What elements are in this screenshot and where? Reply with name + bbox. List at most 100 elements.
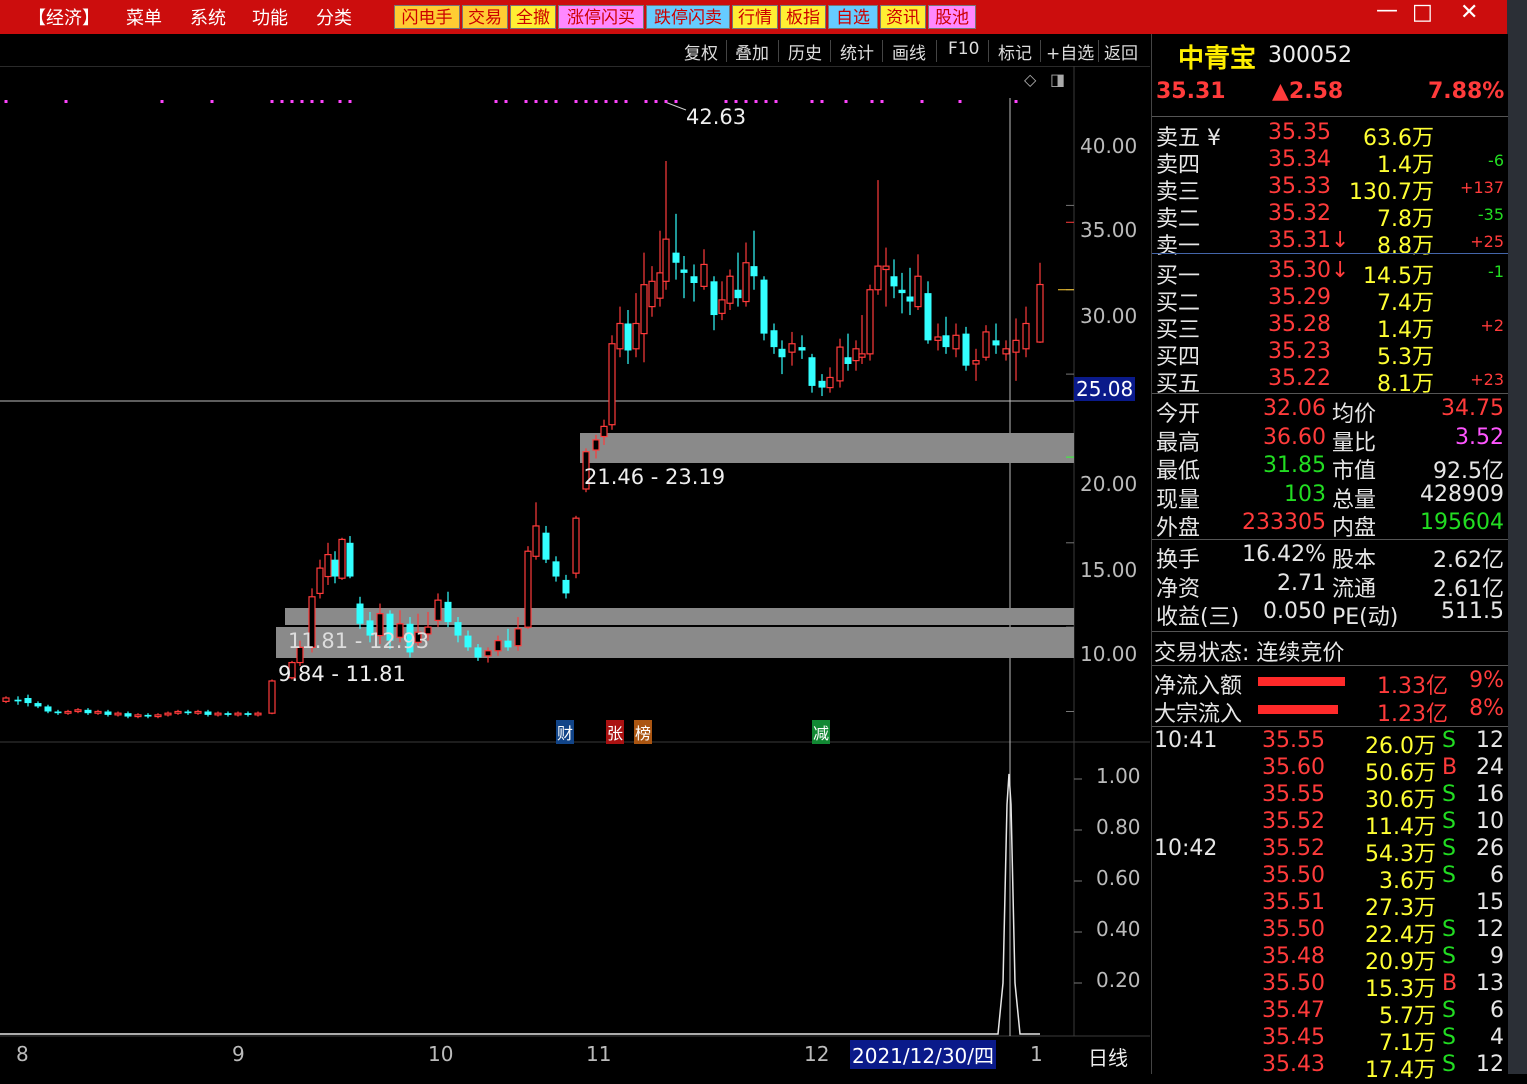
flow-bar — [1258, 677, 1345, 686]
stat-value: 2.71 — [1277, 570, 1326, 596]
candle-body — [434, 599, 442, 622]
tick-count: 9 — [1490, 944, 1504, 969]
candle-body — [726, 275, 734, 304]
tick-price: 35.43 — [1262, 1052, 1325, 1077]
bid-price: 35.29 — [1268, 285, 1331, 310]
candle-body — [852, 348, 860, 362]
candle-body — [640, 284, 648, 335]
reduce-event-marker[interactable]: 减 — [812, 720, 831, 744]
flash-trade-button[interactable]: 闪电手 — [394, 5, 460, 29]
history-button[interactable]: 历史 — [788, 39, 822, 64]
tick-volume: 17.4万 — [1365, 1058, 1436, 1083]
cancel-all-button[interactable]: 全撤 — [510, 5, 556, 29]
candle-body — [656, 272, 664, 299]
candle-body — [982, 331, 990, 358]
candle-body — [74, 709, 82, 713]
quote-button[interactable]: 行情 — [732, 5, 778, 29]
list-event-marker[interactable]: 榜 — [634, 720, 653, 744]
candle-body — [898, 289, 906, 294]
tick-price: 35.45 — [1262, 1025, 1325, 1050]
maximize-icon[interactable]: □ — [1412, 0, 1433, 25]
trade-button[interactable]: 交易 — [462, 5, 508, 29]
toolbar-divider — [936, 40, 937, 62]
news-button[interactable]: 资讯 — [880, 5, 926, 29]
candle-body — [64, 710, 72, 714]
signal-dot — [774, 100, 778, 103]
stat-label: 换手 — [1156, 548, 1201, 573]
overlay-button[interactable]: 叠加 — [735, 39, 769, 64]
candle-body — [34, 703, 42, 707]
tick-count: 13 — [1476, 971, 1504, 996]
stat-label: PE(动) — [1332, 605, 1399, 630]
tick-time: 10:42 — [1154, 836, 1218, 861]
divider — [1152, 116, 1508, 117]
stat-label: 现量 — [1156, 487, 1201, 513]
signal-dot — [494, 100, 498, 103]
period-selector[interactable]: 日线 — [1088, 1042, 1128, 1071]
menu-system[interactable]: 系统 — [190, 4, 226, 30]
candle-body — [204, 711, 212, 715]
candle-body — [2, 697, 10, 702]
candle-body — [331, 559, 339, 577]
sector-index-button[interactable]: 板指 — [780, 5, 826, 29]
watchlist-button[interactable]: 自选 — [828, 5, 878, 29]
ask-delta: +25 — [1470, 232, 1504, 251]
close-icon[interactable]: ✕ — [1460, 0, 1478, 25]
y-tick: 30.00 — [1080, 304, 1138, 328]
stat-value: 92.5亿 — [1433, 459, 1504, 484]
candle-body — [734, 289, 742, 299]
draw-line-button[interactable]: 画线 — [892, 39, 926, 64]
menu-category[interactable]: 分类 — [316, 4, 352, 30]
restore-rights-button[interactable]: 复权 — [684, 39, 718, 64]
ask-price: 35.34 — [1268, 147, 1331, 172]
limit-up-buy-button[interactable]: 涨停闪买 — [558, 5, 644, 29]
ask-delta: -35 — [1477, 205, 1504, 224]
candle-body — [164, 712, 172, 716]
bid-price: 35.23 — [1268, 339, 1331, 364]
signal-dot — [744, 100, 748, 103]
finance-event-marker[interactable]: 财 — [556, 720, 575, 744]
divider — [1152, 726, 1508, 727]
candle-body — [742, 262, 750, 303]
candle-body — [866, 289, 874, 355]
menu-main[interactable]: 菜单 — [126, 4, 162, 30]
tick-side: S — [1442, 728, 1456, 753]
menu-economy[interactable]: 【经济】 — [28, 4, 100, 30]
stat-label: 今开 — [1156, 402, 1201, 427]
stock-pool-button[interactable]: 股池 — [928, 5, 976, 29]
f10-button[interactable]: F10 — [948, 39, 979, 59]
back-button[interactable]: 返回 — [1104, 39, 1138, 64]
cursor-price-label: 25.08 — [1074, 377, 1136, 401]
limit-event-marker[interactable]: 张 — [606, 720, 625, 744]
candle-body — [174, 710, 182, 714]
candle-body — [934, 336, 942, 341]
ask-price: 35.35 — [1268, 120, 1331, 145]
candle-body — [54, 711, 62, 714]
menu-function[interactable]: 功能 — [252, 4, 288, 30]
tick-side: S — [1442, 809, 1456, 834]
minimize-icon[interactable]: — — [1376, 0, 1398, 23]
toolbar-divider — [778, 40, 779, 62]
candle-body — [356, 603, 364, 624]
panel-toggle-icon[interactable]: ◨ — [1050, 70, 1065, 89]
stat-value: 2.61亿 — [1433, 576, 1504, 602]
stat-label: 均价 — [1332, 402, 1377, 427]
volume-y-tick: 1.00 — [1096, 764, 1141, 788]
kline-chart[interactable] — [0, 66, 1150, 1074]
mark-button[interactable]: 标记 — [998, 39, 1032, 64]
add-watchlist-button[interactable]: +自选 — [1046, 39, 1094, 64]
stat-label: 内盘 — [1332, 516, 1377, 541]
gap-zone — [580, 433, 1074, 463]
tick-side: S — [1442, 863, 1456, 888]
candle-body — [710, 281, 718, 316]
desktop-edge — [1507, 0, 1527, 1074]
tick-count: 12 — [1476, 1052, 1504, 1077]
toolbar-divider — [830, 40, 831, 62]
candle-body — [890, 276, 898, 287]
limit-down-sell-button[interactable]: 跌停闪卖 — [646, 5, 730, 29]
stat-value: 36.60 — [1263, 424, 1326, 450]
signal-dot — [594, 100, 598, 103]
divider — [1152, 253, 1508, 254]
diamond-icon[interactable]: ◇ — [1024, 70, 1036, 89]
statistics-button[interactable]: 统计 — [840, 39, 874, 64]
